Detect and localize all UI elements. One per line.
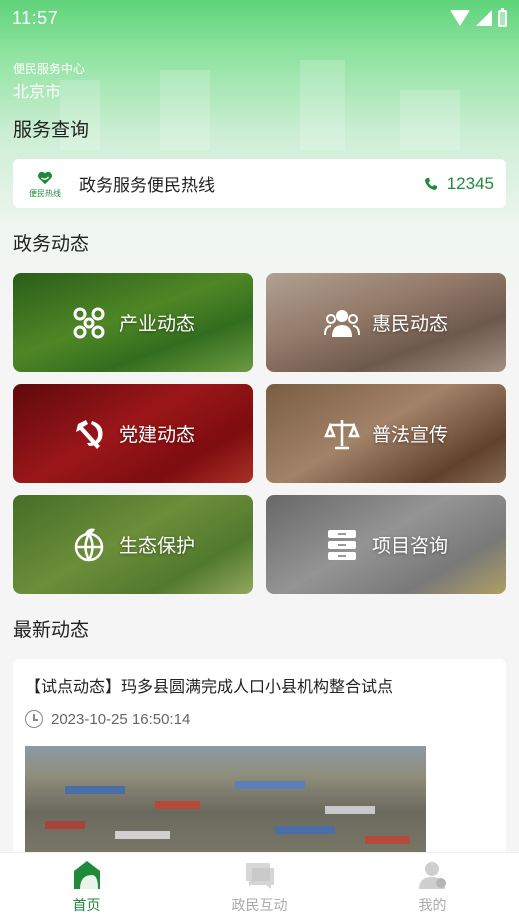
network-icon: [73, 307, 105, 338]
home-icon: [73, 861, 100, 889]
tab-home[interactable]: 首页: [0, 853, 173, 922]
tile-label: 普法宣传: [371, 424, 448, 446]
phone-icon: [424, 177, 437, 190]
hotline-card[interactable]: 便民热线 政务服务便民热线 12345: [13, 159, 506, 208]
latest-news-title: 最新动态: [13, 619, 90, 641]
hammer-sickle-icon: [75, 419, 103, 449]
battery-icon: [498, 7, 507, 27]
hotline-label: 政务服务便民热线: [79, 176, 215, 196]
status-bar: 11:57: [0, 0, 519, 36]
tile-label: 产业动态: [118, 313, 195, 335]
user-icon: [418, 862, 446, 889]
hotline-number: 12345: [446, 173, 494, 193]
hand-heart-icon: [37, 171, 53, 184]
news-card[interactable]: 【试点动态】玛多县圆满完成人口小县机构整合试点 2023-10-25 16:50…: [13, 659, 506, 859]
tab-label: 我的: [418, 898, 447, 914]
tile-party-news[interactable]: 党建动态: [13, 384, 253, 483]
news-time-row: 2023-10-25 16:50:14: [25, 710, 190, 728]
hotline-logo-text: 便民热线: [29, 188, 61, 198]
tab-label: 首页: [72, 898, 101, 914]
status-icons: [450, 7, 507, 27]
service-query-title: 服务查询: [13, 119, 90, 141]
wifi-icon: [450, 10, 470, 26]
tab-label: 政民互动: [231, 898, 288, 914]
tile-label: 党建动态: [118, 424, 195, 446]
clock-icon: [25, 710, 43, 728]
tile-welfare-news[interactable]: 惠民动态: [266, 273, 506, 372]
scales-icon: [324, 419, 360, 449]
chat-icon: [245, 863, 274, 889]
tile-law-publicity[interactable]: 普法宣传: [266, 384, 506, 483]
tab-interaction[interactable]: 政民互动: [173, 853, 346, 922]
tab-bar: 首页 政民互动 我的: [0, 852, 519, 922]
tile-eco-protection[interactable]: 生态保护: [13, 495, 253, 594]
signal-icon: [476, 10, 492, 26]
database-icon: [327, 529, 356, 560]
news-time: 2023-10-25 16:50:14: [51, 710, 191, 728]
tile-project-consulting[interactable]: 项目咨询: [266, 495, 506, 594]
status-time: 11:57: [12, 7, 59, 28]
tile-label: 项目咨询: [371, 535, 448, 557]
tile-label: 惠民动态: [371, 313, 448, 335]
tab-mine[interactable]: 我的: [346, 853, 519, 922]
city-selector[interactable]: 北京市: [13, 78, 61, 102]
people-icon: [323, 309, 360, 337]
news-title: 【试点动态】玛多县圆满完成人口小县机构整合试点: [25, 677, 394, 696]
hotline-logo: 便民热线: [25, 166, 65, 202]
service-center-label: 便民服务中心: [13, 62, 86, 76]
news-image: [25, 746, 426, 859]
tile-label: 生态保护: [118, 535, 195, 557]
tile-industry-news[interactable]: 产业动态: [13, 273, 253, 372]
globe-leaf-icon: [74, 528, 104, 561]
gov-news-title: 政务动态: [13, 233, 90, 255]
